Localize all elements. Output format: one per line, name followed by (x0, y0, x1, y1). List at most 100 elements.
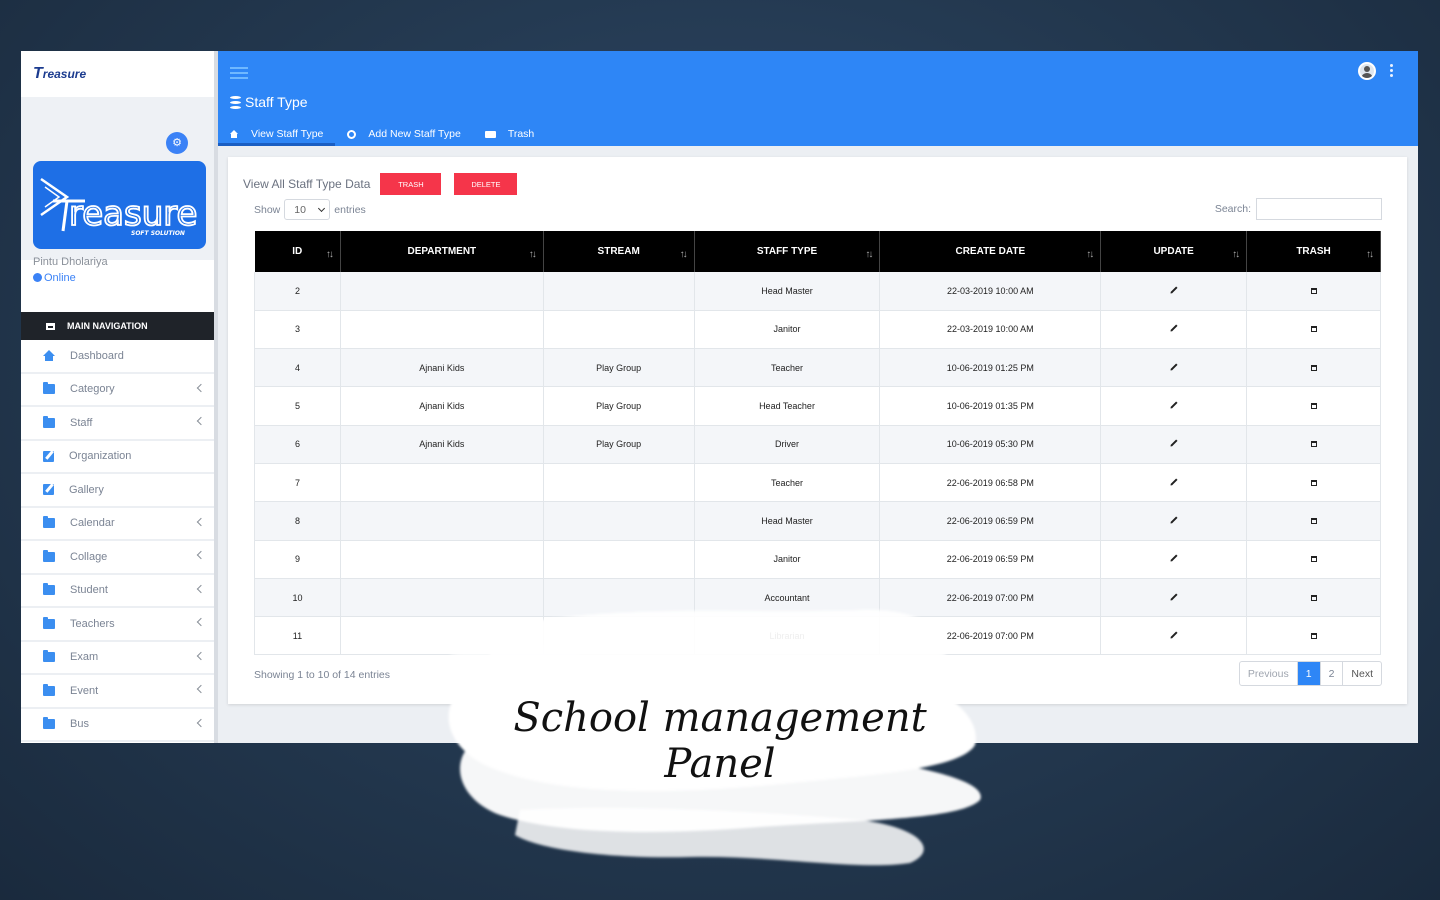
online-dot-icon (33, 273, 42, 282)
brand-row: Treasure (21, 51, 218, 97)
cell-department (340, 310, 544, 350)
sidebar-item-dashboard[interactable]: Dashboard (21, 340, 218, 374)
cell-create-date: 22-06-2019 06:58 PM (879, 463, 1102, 503)
cell-id: 7 (254, 463, 341, 503)
sidebar-item-library[interactable]: Library (21, 742, 218, 743)
more-options-icon[interactable] (1390, 64, 1394, 78)
pencil-icon[interactable] (1170, 439, 1178, 447)
trash-icon[interactable] (1310, 287, 1317, 294)
sidebar-item-category[interactable]: Category (21, 374, 218, 407)
sidebar-item-teachers[interactable]: Teachers (21, 608, 218, 642)
cell-staff-type: Head Teacher (694, 386, 881, 426)
brand-logo-small[interactable]: Treasure (33, 65, 86, 83)
table-row: 2 Head Master 22-03-2019 10:00 AM (254, 272, 1381, 311)
previous-page-button[interactable]: Previous (1240, 662, 1298, 685)
trash-button[interactable]: TRASH (380, 173, 442, 195)
column-header-create-date[interactable]: CREATE DATE ↑↓ (879, 231, 1102, 272)
trash-icon[interactable] (1310, 632, 1317, 639)
pencil-icon[interactable] (1170, 478, 1178, 486)
sidebar-item-label: Exam (70, 651, 99, 664)
chevron-left-icon (196, 383, 206, 392)
trash-icon[interactable] (1310, 364, 1317, 371)
trash-icon[interactable] (1310, 441, 1317, 448)
folder-icon (43, 583, 55, 596)
table-info: Showing 1 to 10 of 14 entries (254, 669, 391, 681)
logo-subtext: SOFT SOLUTION (131, 230, 185, 237)
sidebar-item-event[interactable]: Event (21, 675, 218, 709)
sidebar-item-staff[interactable]: Staff (21, 407, 218, 441)
column-header-trash[interactable]: TRASH ↑↓ (1246, 231, 1381, 272)
pencil-icon[interactable] (1170, 363, 1178, 371)
page-1-button[interactable]: 1 (1297, 662, 1321, 685)
pencil-icon[interactable] (1170, 286, 1178, 294)
cell-department: Ajnani Kids (340, 386, 544, 426)
sort-icon[interactable]: ↑↓ (1366, 249, 1374, 260)
page-2-button[interactable]: 2 (1321, 662, 1344, 685)
table-row: 5 Ajnani Kids Play Group Head Teacher 10-06-… (254, 386, 1381, 426)
trash-icon[interactable] (1310, 403, 1317, 410)
sort-icon[interactable]: ↑↓ (529, 249, 537, 260)
column-header-update[interactable]: UPDATE ↑↓ (1100, 231, 1248, 272)
pencil-icon[interactable] (1170, 516, 1178, 524)
sidebar-item-student[interactable]: Student (21, 575, 218, 608)
sidebar-item-bus[interactable]: Bus (21, 709, 218, 742)
trash-icon[interactable] (1310, 326, 1317, 333)
search-control: Search: (1215, 198, 1382, 220)
trash-icon[interactable] (1310, 517, 1317, 524)
folder-icon (43, 415, 55, 428)
cell-trash (1246, 348, 1381, 388)
pencil-icon[interactable] (1170, 401, 1178, 409)
tab-trash[interactable]: Trash (473, 122, 546, 146)
pencil-icon[interactable] (1170, 554, 1178, 562)
user-avatar[interactable] (1358, 62, 1376, 80)
sidebar-item-gallery[interactable]: Gallery (21, 474, 218, 508)
card-header: View All Staff Type Data TRASH DELETE (243, 173, 530, 195)
sidebar-item-label: Staff (70, 416, 93, 429)
folder-icon (43, 616, 55, 629)
column-header-label: UPDATE (1153, 246, 1194, 257)
cell-stream (543, 463, 695, 503)
trash-icon[interactable] (1310, 556, 1317, 563)
column-header-id[interactable]: ID ↑↓ (254, 231, 341, 272)
pencil-icon[interactable] (1170, 324, 1178, 332)
tab-view-staff-type[interactable]: View Staff Type (218, 122, 336, 146)
delete-button[interactable]: DELETE (454, 173, 518, 195)
sort-icon[interactable]: ↑↓ (680, 249, 688, 260)
sort-icon[interactable]: ↑↓ (326, 249, 334, 260)
sort-icon[interactable]: ↑↓ (865, 249, 873, 260)
sidebar-item-organization[interactable]: Organization (21, 441, 218, 474)
chevron-left-icon (196, 718, 206, 727)
menu-toggle-icon[interactable] (230, 67, 248, 79)
trash-icon[interactable] (1310, 594, 1317, 601)
pencil-icon[interactable] (1170, 631, 1178, 639)
column-header-staff-type[interactable]: STAFF TYPE ↑↓ (694, 231, 881, 272)
logo-text: reasure (69, 194, 197, 234)
trash-icon[interactable] (1310, 479, 1317, 486)
sidebar-item-calendar[interactable]: Calendar (21, 508, 218, 541)
cell-id: 8 (254, 501, 341, 541)
column-header-stream[interactable]: STREAM ↑↓ (543, 231, 695, 272)
sort-icon[interactable]: ↑↓ (1232, 249, 1240, 260)
tab-add-new-staff-type[interactable]: Add New Staff Type (335, 122, 472, 146)
sidebar-item-collage[interactable]: Collage (21, 541, 218, 575)
table-row: 9 Janitor 22-06-2019 06:59 PM (254, 540, 1381, 579)
cell-trash (1246, 463, 1381, 503)
entries-select[interactable]: 10 (284, 199, 331, 220)
sidebar-item-exam[interactable]: Exam (21, 642, 218, 675)
cell-trash (1246, 386, 1381, 426)
cell-trash (1246, 425, 1381, 464)
column-header-label: DEPARTMENT (407, 246, 477, 257)
chevron-down-icon (318, 204, 326, 212)
cell-create-date: 10-06-2019 01:35 PM (879, 386, 1102, 426)
tab-label: Add New Staff Type (368, 128, 461, 140)
column-header-department[interactable]: DEPARTMENT ↑↓ (340, 231, 544, 272)
nav-header: MAIN NAVIGATION (21, 312, 218, 340)
topbar: Staff Type View Staff Type Add New Staff… (218, 51, 1418, 146)
cell-id: 10 (254, 578, 341, 618)
pencil-icon[interactable] (1170, 592, 1178, 601)
sort-icon[interactable]: ↑↓ (1086, 249, 1094, 260)
next-page-button[interactable]: Next (1343, 662, 1381, 685)
share-icon[interactable]: ⚙ (166, 132, 188, 154)
cell-stream (543, 501, 695, 541)
search-input[interactable] (1256, 198, 1382, 220)
